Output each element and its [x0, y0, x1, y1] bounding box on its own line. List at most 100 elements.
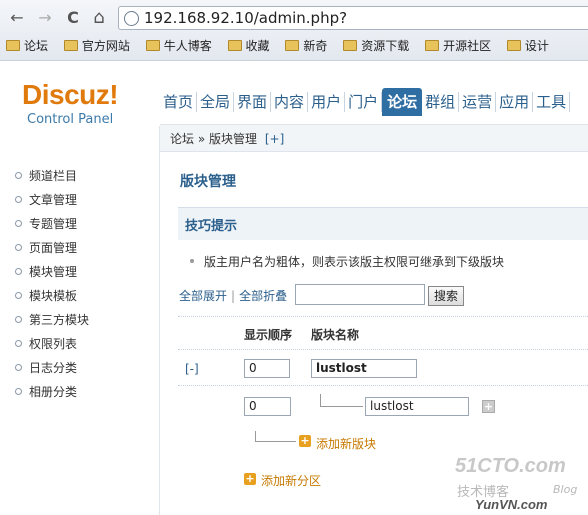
tab-portal[interactable]: 门户	[345, 92, 383, 112]
expand-all-link[interactable]: 全部展开	[179, 289, 227, 303]
breadcrumb-root[interactable]: 论坛	[170, 132, 194, 146]
board-name-input[interactable]: lustlost	[365, 397, 469, 416]
browser-chrome: ← → C ⌂ 192.168.92.10/admin.php? 论坛 官方网站…	[0, 0, 588, 61]
folder-icon	[63, 40, 78, 51]
reload-icon: C	[67, 8, 79, 27]
folder-icon	[425, 40, 440, 51]
collapse-all-link[interactable]: 全部折叠	[239, 289, 287, 303]
board-name-input[interactable]: lustlost	[311, 359, 417, 378]
add-subboard-icon[interactable]: +	[482, 400, 495, 413]
bullet-icon	[15, 172, 22, 179]
column-header-order: 显示顺序	[244, 328, 293, 342]
add-board-link[interactable]: 添加新版块	[316, 435, 376, 452]
watermark-blog: Blog	[553, 483, 578, 496]
tips-header: 技巧提示	[178, 207, 588, 240]
top-nav-tabs: 首页 全局 界面 内容 用户 门户 论坛 群组 运营 应用 工具	[160, 88, 571, 116]
tab-global[interactable]: 全局	[197, 92, 235, 112]
sidebar-item-log-categories[interactable]: 日志分类	[0, 356, 158, 380]
table-row: [-] 0 lustlost	[178, 349, 588, 386]
sidebar-item-album-categories[interactable]: 相册分类	[0, 380, 158, 404]
board-search-input[interactable]	[295, 284, 425, 305]
folder-icon	[343, 40, 358, 51]
bullet-icon	[190, 259, 194, 263]
forward-button[interactable]: →	[36, 9, 54, 27]
order-input[interactable]: 0	[244, 359, 290, 378]
page-title: 版块管理	[180, 174, 236, 190]
add-section-link[interactable]: 添加新分区	[261, 472, 321, 489]
tab-groups[interactable]: 群组	[422, 92, 460, 112]
watermark-site: 51CTO.com	[455, 455, 566, 477]
add-icon: +	[299, 434, 311, 447]
bookmark-item[interactable]: 开源社区	[425, 35, 491, 57]
tree-connector	[320, 394, 363, 407]
bullet-icon	[15, 268, 22, 275]
bookmark-item[interactable]: 论坛	[6, 35, 48, 57]
bookmarks-bar: 论坛 官方网站 牛人博客 收藏 新奇 资源下载 开源社区 设计	[0, 35, 588, 57]
folder-icon	[506, 40, 521, 51]
back-arrow-icon: ←	[10, 8, 24, 27]
bullet-icon	[15, 388, 22, 395]
search-button[interactable]: 搜索	[428, 286, 464, 306]
expand-collapse-links: 全部展开 | 全部折叠	[179, 287, 287, 304]
forward-arrow-icon: →	[38, 8, 52, 27]
sidebar-item-modules[interactable]: 模块管理	[0, 260, 158, 284]
tab-apps[interactable]: 应用	[496, 92, 534, 112]
folder-icon	[145, 40, 160, 51]
column-header-name: 版块名称	[311, 328, 360, 342]
sidebar-item-module-templates[interactable]: 模块模板	[0, 284, 158, 308]
breadcrumb-separator: »	[197, 132, 206, 146]
tab-tools[interactable]: 工具	[533, 92, 571, 112]
watermark-domain: YunVN.com	[475, 497, 548, 512]
bullet-icon	[15, 244, 22, 251]
add-icon: +	[244, 472, 256, 485]
folder-icon	[285, 40, 300, 51]
order-input[interactable]: 0	[244, 397, 291, 416]
url-text: 192.168.92.10/admin.php?	[144, 9, 348, 27]
sidebar-item-articles[interactable]: 文章管理	[0, 188, 158, 212]
breadcrumb-bar: 论坛 » 版块管理 [+]	[160, 124, 588, 152]
sidebar-item-permissions[interactable]: 权限列表	[0, 332, 158, 356]
tab-operations[interactable]: 运营	[459, 92, 497, 112]
link-separator: |	[231, 289, 236, 303]
bookmark-item[interactable]: 新奇	[285, 35, 327, 57]
add-shortcut-link[interactable]: [+]	[265, 132, 284, 146]
reload-button[interactable]: C	[64, 9, 82, 27]
collapse-toggle[interactable]: [-]	[185, 362, 199, 376]
sidebar-item-third-party[interactable]: 第三方模块	[0, 308, 158, 332]
bookmark-item[interactable]: 设计	[506, 35, 549, 57]
bookmark-item[interactable]: 官方网站	[63, 35, 130, 57]
bullet-icon	[15, 340, 22, 347]
bullet-icon	[15, 196, 22, 203]
discuz-logo: Discuz!	[22, 79, 119, 110]
breadcrumb-current: 版块管理	[209, 132, 258, 146]
tip-text: 版主用户名为粗体，则表示该版主权限可继承到下级版块	[204, 255, 505, 269]
bookmark-item[interactable]: 资源下载	[343, 35, 409, 57]
bullet-icon	[15, 220, 22, 227]
tab-home[interactable]: 首页	[160, 92, 198, 112]
tree-connector	[255, 431, 296, 442]
tab-forum[interactable]: 论坛	[382, 88, 423, 116]
globe-icon	[124, 11, 139, 26]
tab-interface[interactable]: 界面	[234, 92, 272, 112]
tab-users[interactable]: 用户	[308, 92, 346, 112]
sidebar: 频道栏目 文章管理 专题管理 页面管理 模块管理 模块模板 第三方模块 权限列表…	[0, 152, 158, 515]
bookmark-item[interactable]: 收藏	[227, 35, 270, 57]
address-bar[interactable]: 192.168.92.10/admin.php?	[118, 6, 588, 30]
folder-icon	[6, 40, 20, 51]
bullet-icon	[15, 292, 22, 299]
home-icon: ⌂	[93, 7, 105, 28]
sidebar-item-channel[interactable]: 频道栏目	[0, 164, 158, 188]
breadcrumb: 论坛 » 版块管理 [+]	[170, 130, 284, 147]
folder-icon	[227, 40, 242, 51]
table-header: 显示顺序 版块名称	[178, 316, 588, 350]
bullet-icon	[15, 364, 22, 371]
bookmark-item[interactable]: 牛人博客	[145, 35, 212, 57]
home-button[interactable]: ⌂	[90, 9, 108, 27]
sidebar-item-pages[interactable]: 页面管理	[0, 236, 158, 260]
logo-subtitle: Control Panel	[27, 112, 114, 127]
back-button[interactable]: ←	[8, 9, 26, 27]
tab-content[interactable]: 内容	[271, 92, 309, 112]
watermark: 51CTO.com 技术博客 Blog YunVN.com	[455, 455, 588, 515]
sidebar-item-topics[interactable]: 专题管理	[0, 212, 158, 236]
tips-title: 技巧提示	[185, 219, 238, 234]
